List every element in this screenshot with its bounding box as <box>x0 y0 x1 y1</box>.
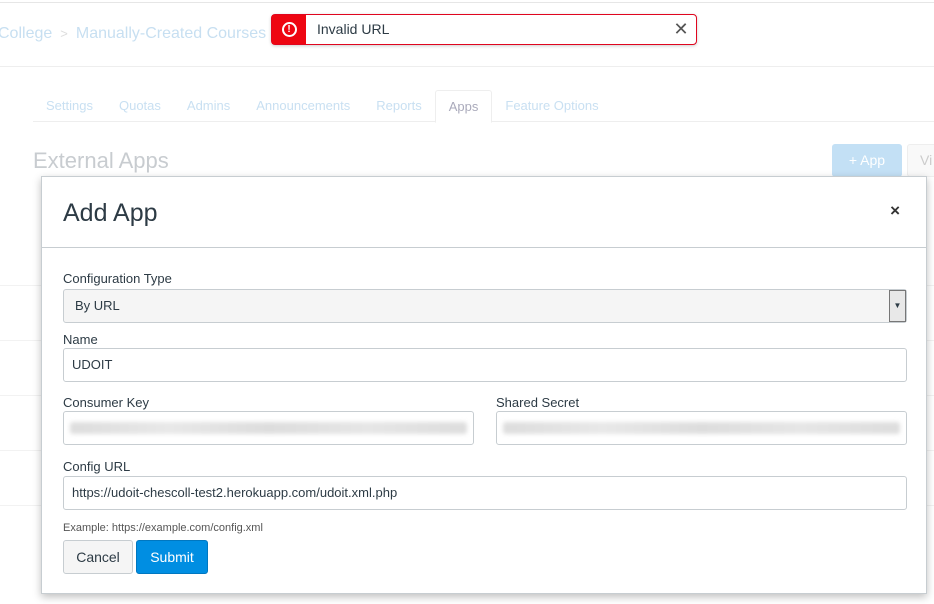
tab-quotas[interactable]: Quotas <box>106 90 174 121</box>
breadcrumb: College>Manually-Created Courses> <box>0 25 290 43</box>
top-border <box>0 0 934 3</box>
close-icon[interactable]: ✕ <box>666 15 696 44</box>
tab-apps[interactable]: Apps <box>434 90 493 123</box>
config-url-input[interactable]: https://udoit-chescoll-test2.herokuapp.c… <box>63 476 907 510</box>
shared-secret-label: Shared Secret <box>496 395 580 410</box>
page-title: External Apps <box>33 148 169 173</box>
config-url-label: Config URL <box>63 459 131 474</box>
tab-reports[interactable]: Reports <box>363 90 435 121</box>
configuration-type-label: Configuration Type <box>63 271 172 286</box>
dialog-header: Add App × <box>42 177 926 248</box>
redacted-value <box>70 422 467 434</box>
tab-feature-options[interactable]: Feature Options <box>492 90 611 121</box>
shared-secret-input[interactable] <box>496 411 907 445</box>
close-icon[interactable]: × <box>890 201 900 221</box>
cancel-button[interactable]: Cancel <box>63 540 133 574</box>
add-app-dialog: Add App × Configuration Type By URL ▼ Na… <box>41 176 927 594</box>
error-toast: ! Invalid URL ✕ <box>271 14 697 45</box>
configuration-type-select[interactable]: By URL ▼ <box>63 289 907 323</box>
tab-settings[interactable]: Settings <box>33 90 106 121</box>
breadcrumb-manually-created-courses[interactable]: Manually-Created Courses <box>76 25 266 42</box>
submit-button[interactable]: Submit <box>136 540 208 574</box>
view-button[interactable]: Vi <box>907 144 934 177</box>
name-label: Name <box>63 332 98 347</box>
tab-bar: Settings Quotas Admins Announcements Rep… <box>33 90 934 123</box>
breadcrumb-separator: > <box>60 26 68 41</box>
chevron-down-icon[interactable]: ▼ <box>889 290 906 322</box>
toast-message: Invalid URL <box>317 21 390 37</box>
consumer-key-input[interactable] <box>63 411 474 445</box>
dialog-title: Add App <box>63 199 158 227</box>
consumer-key-label: Consumer Key <box>63 395 149 410</box>
error-icon: ! <box>272 15 306 44</box>
tab-admins[interactable]: Admins <box>174 90 243 121</box>
name-input[interactable]: UDOIT <box>63 348 907 382</box>
breadcrumb-college[interactable]: College <box>0 25 52 42</box>
config-url-hint: Example: https://example.com/config.xml <box>63 522 263 534</box>
header-divider <box>0 66 934 67</box>
add-app-button[interactable]: + App <box>832 144 902 177</box>
configuration-type-value: By URL <box>75 298 120 313</box>
redacted-value <box>503 422 900 434</box>
tab-announcements[interactable]: Announcements <box>243 90 363 121</box>
